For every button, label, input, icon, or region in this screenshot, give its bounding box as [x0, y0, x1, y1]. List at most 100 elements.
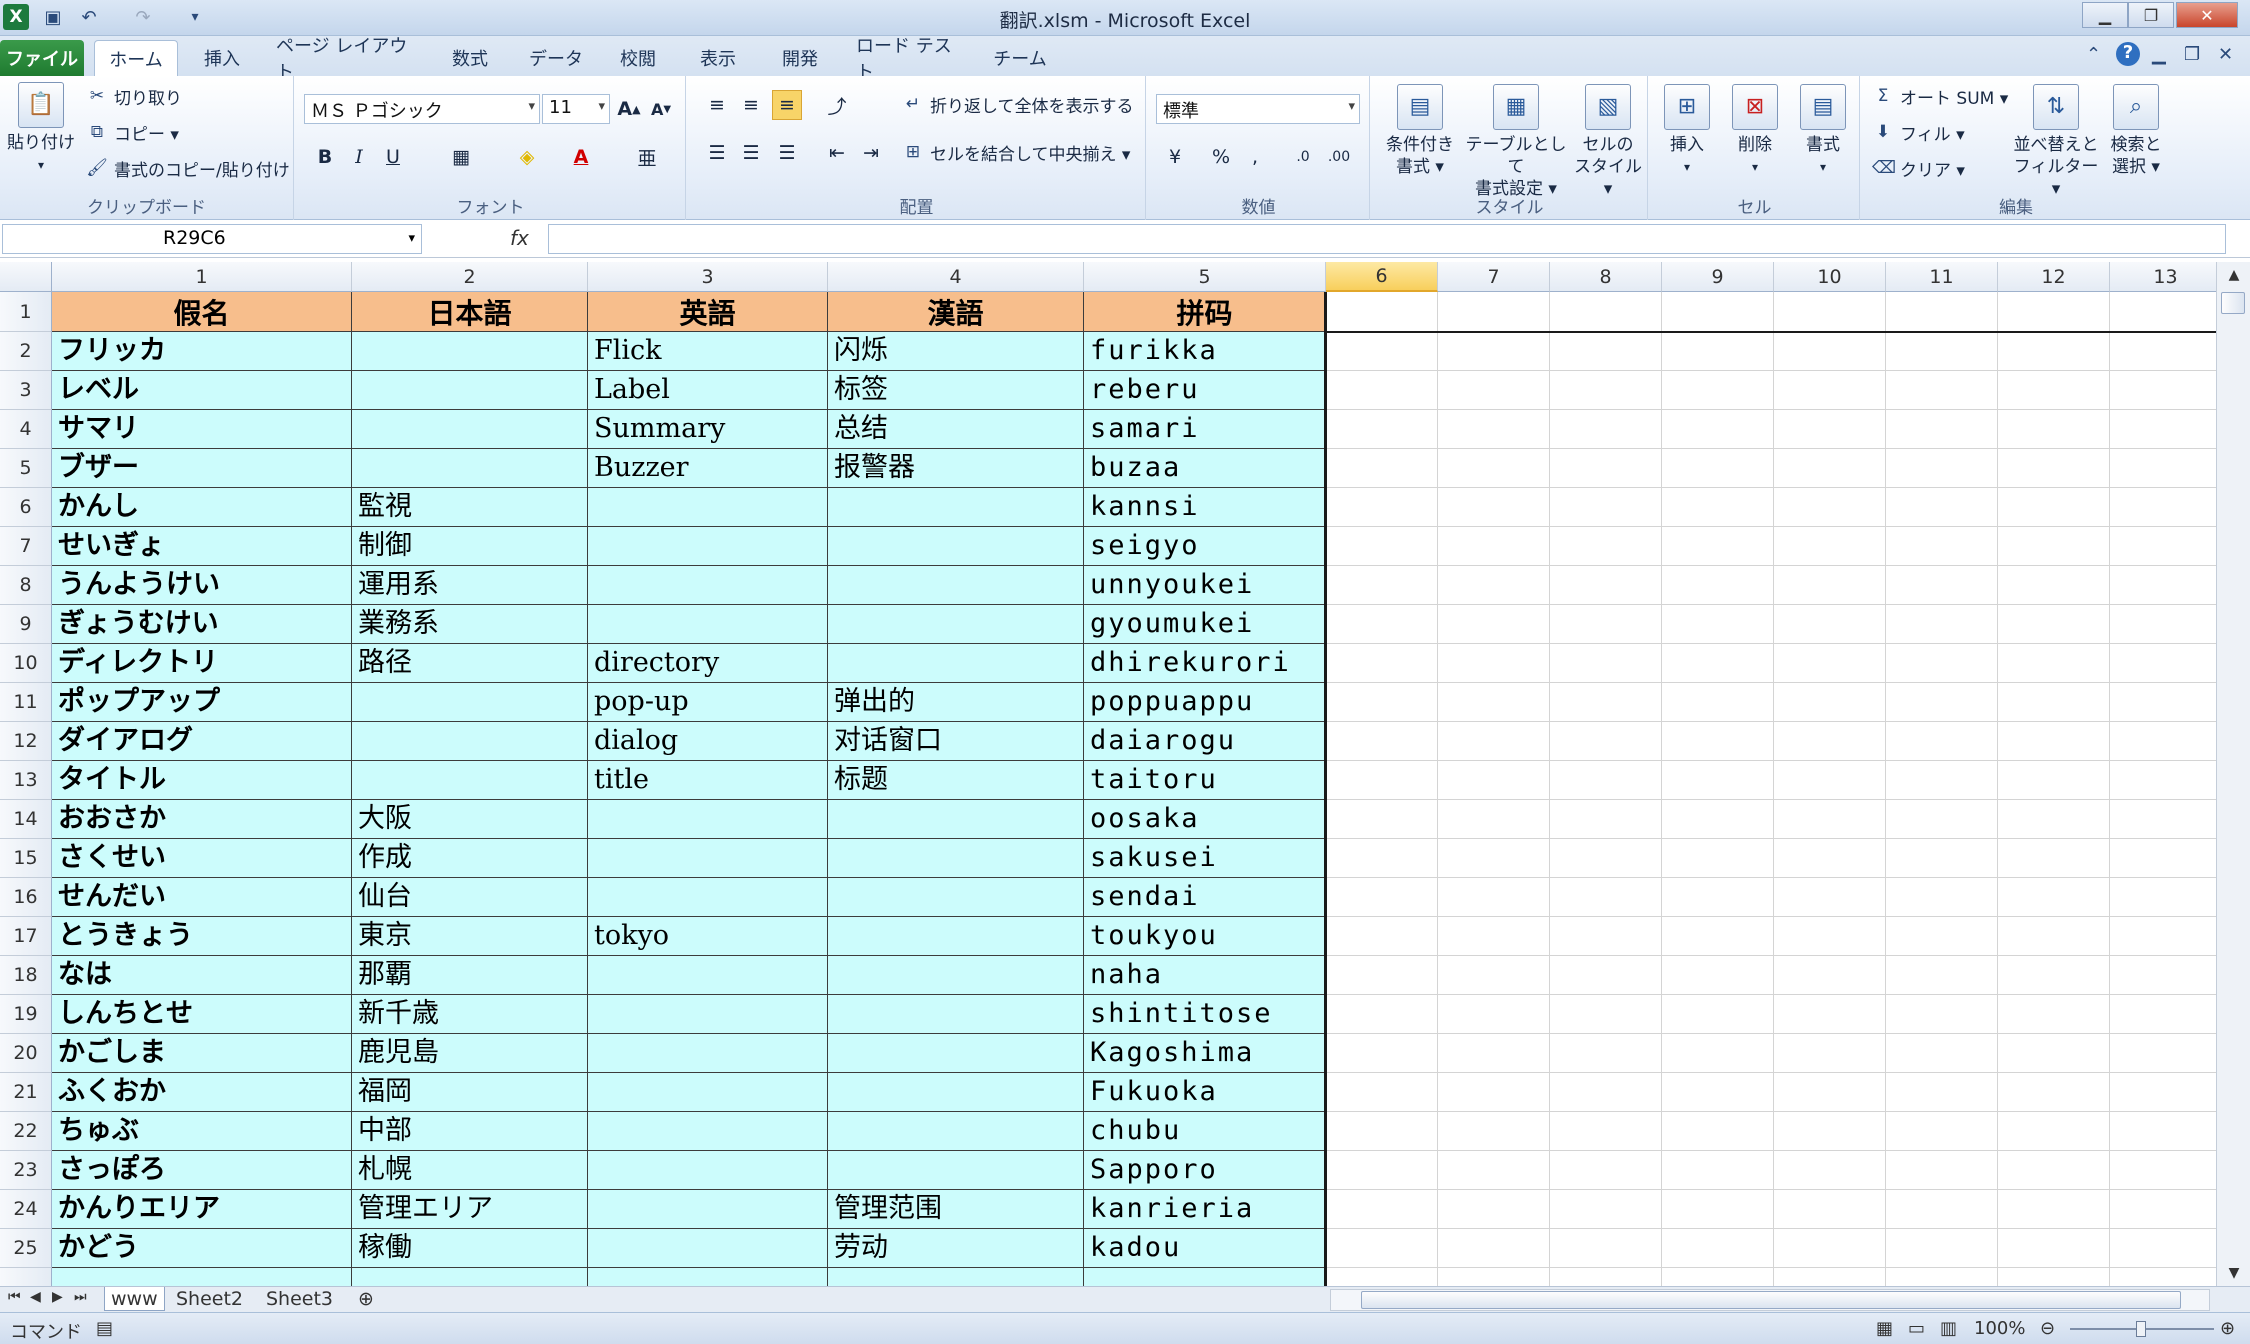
- phonetic-icon[interactable]: 亜: [632, 142, 662, 172]
- table-cell[interactable]: [828, 644, 1084, 683]
- table-cell[interactable]: なは: [52, 956, 352, 995]
- empty-cell[interactable]: [1886, 1151, 1998, 1190]
- table-cell[interactable]: taitoru: [1084, 761, 1326, 800]
- empty-cell[interactable]: [1438, 1112, 1550, 1151]
- empty-cell[interactable]: [1774, 878, 1886, 917]
- table-cell[interactable]: 札幌: [352, 1151, 588, 1190]
- row-header[interactable]: 23: [0, 1151, 52, 1190]
- empty-cell[interactable]: [1998, 800, 2110, 839]
- table-cell[interactable]: 标签: [828, 371, 1084, 410]
- table-cell[interactable]: さくせい: [52, 839, 352, 878]
- empty-cell[interactable]: [1438, 1073, 1550, 1112]
- table-cell[interactable]: Sapporo: [1084, 1151, 1326, 1190]
- empty-cell[interactable]: [1774, 683, 1886, 722]
- table-cell[interactable]: [588, 839, 828, 878]
- tab-developer[interactable]: 開発: [774, 40, 826, 76]
- italic-icon[interactable]: I: [344, 142, 374, 172]
- empty-cell[interactable]: [1774, 527, 1886, 566]
- empty-cell[interactable]: [1998, 410, 2110, 449]
- empty-cell[interactable]: [1662, 800, 1774, 839]
- table-cell[interactable]: タイトル: [52, 761, 352, 800]
- header-cell[interactable]: 英語: [588, 292, 828, 332]
- shrink-font-icon[interactable]: A ▼: [646, 94, 676, 124]
- table-cell[interactable]: 作成: [352, 839, 588, 878]
- empty-cell[interactable]: [1438, 644, 1550, 683]
- empty-cell[interactable]: [2110, 1034, 2216, 1073]
- empty-cell[interactable]: [2110, 644, 2216, 683]
- empty-cell[interactable]: [1550, 995, 1662, 1034]
- font-size-select[interactable]: 11 ▾: [542, 94, 610, 124]
- empty-cell[interactable]: [2110, 1229, 2216, 1268]
- empty-cell[interactable]: [1550, 683, 1662, 722]
- table-cell[interactable]: かんりエリア: [52, 1190, 352, 1229]
- empty-cell[interactable]: [2110, 1190, 2216, 1229]
- align-bottom-icon[interactable]: ≡: [772, 90, 802, 120]
- empty-cell[interactable]: [1326, 995, 1438, 1034]
- empty-cell[interactable]: [1998, 1190, 2110, 1229]
- empty-cell[interactable]: [1886, 605, 1998, 644]
- row-header[interactable]: 9: [0, 605, 52, 644]
- empty-cell[interactable]: [1886, 371, 1998, 410]
- zoom-level[interactable]: 100%: [1974, 1318, 2025, 1339]
- table-cell[interactable]: [352, 761, 588, 800]
- empty-cell[interactable]: [1774, 566, 1886, 605]
- table-cell[interactable]: Buzzer: [588, 449, 828, 488]
- empty-cell[interactable]: [1662, 371, 1774, 410]
- table-cell[interactable]: 稼働: [352, 1229, 588, 1268]
- header-cell[interactable]: 假名: [52, 292, 352, 332]
- empty-cell[interactable]: [1886, 1073, 1998, 1112]
- empty-cell[interactable]: [2110, 995, 2216, 1034]
- table-cell[interactable]: [588, 566, 828, 605]
- empty-cell[interactable]: [1998, 371, 2110, 410]
- table-cell[interactable]: toukyou: [1084, 917, 1326, 956]
- empty-cell[interactable]: [1438, 1190, 1550, 1229]
- table-cell[interactable]: [828, 488, 1084, 527]
- empty-cell[interactable]: [1326, 917, 1438, 956]
- tab-home[interactable]: ホーム: [94, 40, 178, 76]
- table-cell[interactable]: おおさか: [52, 800, 352, 839]
- table-cell[interactable]: 福岡: [352, 1073, 588, 1112]
- row-header[interactable]: 24: [0, 1190, 52, 1229]
- empty-cell[interactable]: [1886, 1190, 1998, 1229]
- empty-cell[interactable]: [1774, 1034, 1886, 1073]
- table-cell[interactable]: chubu: [1084, 1112, 1326, 1151]
- column-header[interactable]: 4: [828, 262, 1084, 292]
- empty-cell[interactable]: [1326, 878, 1438, 917]
- empty-cell[interactable]: [1998, 956, 2110, 995]
- table-cell[interactable]: ブザー: [52, 449, 352, 488]
- tab-view[interactable]: 表示: [692, 40, 744, 76]
- tab-insert[interactable]: 挿入: [194, 40, 250, 76]
- table-cell[interactable]: 業務系: [352, 605, 588, 644]
- table-cell[interactable]: Summary: [588, 410, 828, 449]
- macro-record-icon[interactable]: ▤: [96, 1318, 113, 1339]
- empty-cell[interactable]: [1326, 1112, 1438, 1151]
- table-cell[interactable]: directory: [588, 644, 828, 683]
- table-cell[interactable]: [352, 722, 588, 761]
- orientation-icon[interactable]: ⤴: [822, 90, 852, 120]
- empty-cell[interactable]: [1438, 1151, 1550, 1190]
- font-name-select[interactable]: ＭＳ Ｐゴシック ▾: [304, 94, 540, 124]
- header-cell[interactable]: 日本語: [352, 292, 588, 332]
- empty-cell[interactable]: [1662, 449, 1774, 488]
- table-cell[interactable]: 劳动: [828, 1229, 1084, 1268]
- wrap-text-button[interactable]: ↵ 折り返して全体を表示する: [902, 92, 1134, 118]
- table-cell[interactable]: naha: [1084, 956, 1326, 995]
- column-header[interactable]: 3: [588, 262, 828, 292]
- empty-cell[interactable]: [1886, 839, 1998, 878]
- empty-cell[interactable]: [1774, 644, 1886, 683]
- table-cell[interactable]: kanrieria: [1084, 1190, 1326, 1229]
- empty-cell[interactable]: [1550, 644, 1662, 683]
- grow-font-icon[interactable]: A ▲: [614, 94, 644, 124]
- empty-cell[interactable]: [1774, 1073, 1886, 1112]
- empty-cell[interactable]: [1998, 995, 2110, 1034]
- zoom-slider-thumb[interactable]: [2136, 1321, 2146, 1337]
- table-cell[interactable]: [828, 878, 1084, 917]
- table-cell[interactable]: [828, 566, 1084, 605]
- table-cell[interactable]: ふくおか: [52, 1073, 352, 1112]
- table-cell[interactable]: sendai: [1084, 878, 1326, 917]
- empty-cell[interactable]: [1326, 683, 1438, 722]
- row-header[interactable]: 14: [0, 800, 52, 839]
- cell-styles-button[interactable]: ▧ セルの スタイル ▾: [1570, 84, 1646, 200]
- table-cell[interactable]: kannsi: [1084, 488, 1326, 527]
- empty-cell[interactable]: [2110, 1268, 2216, 1286]
